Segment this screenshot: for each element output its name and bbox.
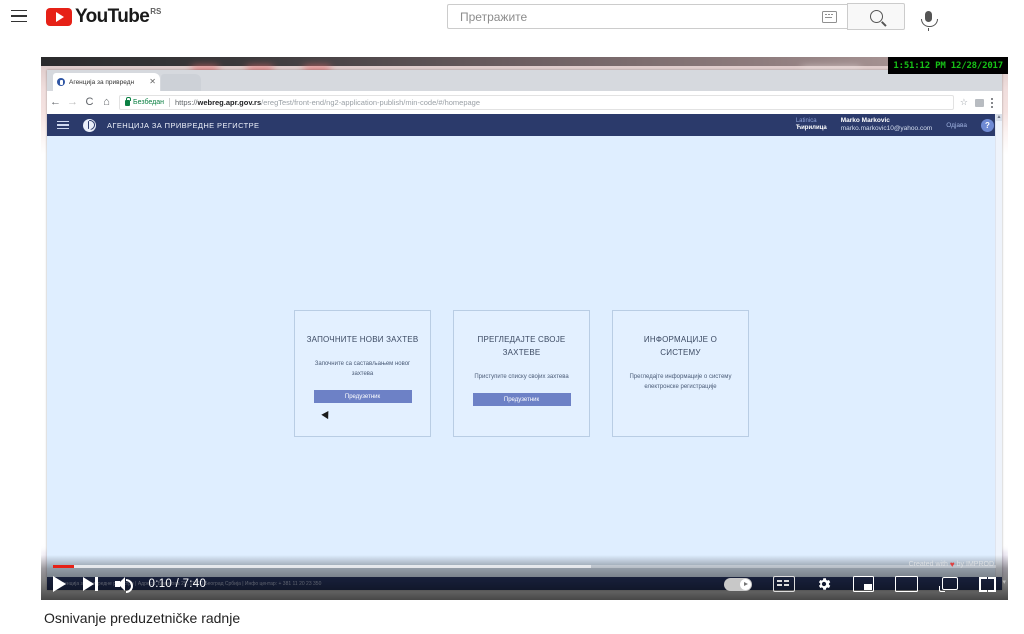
heart-icon: ♥ <box>949 560 955 569</box>
home-button[interactable]: ⌂ <box>98 97 115 108</box>
address-bar[interactable]: Безбедан https://webreg.apr.gov.rs/eregT… <box>119 95 954 110</box>
browser-toolbar-actions: ☆ <box>960 98 1002 107</box>
time-display: 0:10 / 7:40 <box>148 578 207 590</box>
app-header-actions: Latinica Ћирилица Marko Markovic marko.m… <box>796 114 994 136</box>
user-info: Marko Markovic marko.markovic10@yahoo.co… <box>841 117 933 133</box>
card-view-requests[interactable]: ПРЕГЛЕДАЈТЕ СВОЈЕ ЗАХТЕВЕ Приступите спи… <box>453 310 590 437</box>
volume-button[interactable] <box>114 577 133 593</box>
entrepreneur-button[interactable]: Предузетник <box>313 390 412 403</box>
help-icon[interactable]: ? <box>981 118 994 132</box>
extension-icon[interactable] <box>975 98 984 107</box>
fullscreen-icon[interactable] <box>979 576 996 592</box>
card-grid: ЗАПОЧНИТЕ НОВИ ЗАХТЕВ Започните са саста… <box>47 310 996 437</box>
progress-played <box>53 565 74 568</box>
next-video-button[interactable] <box>83 577 98 591</box>
user-name: Marko Markovic <box>840 117 890 125</box>
language-switcher[interactable]: Latinica Ћирилица <box>796 118 827 132</box>
voice-search-button[interactable] <box>921 11 938 31</box>
search-icon <box>869 10 883 23</box>
browser-tab-strip: Агенција за привредн ✕ <box>47 70 1002 91</box>
search-input[interactable] <box>458 8 822 25</box>
app-hamburger-menu-icon[interactable] <box>57 120 69 130</box>
url-path: /eregTest/front-end/ng2-application-publ… <box>261 98 481 107</box>
subtitles-icon[interactable] <box>773 576 795 592</box>
video-title: Osnivanje preduzetničke radnje <box>44 610 241 626</box>
card-title: ПРЕГЛЕДАЈТЕ СВОЈЕ ЗАХТЕВЕ <box>477 335 566 357</box>
recording-timestamp-text: 1:51:12 PM 12/28/2017 <box>893 60 1003 71</box>
browser-tab[interactable]: Агенција за привредн ✕ <box>53 73 160 91</box>
player-controls-left: 0:10 / 7:40 <box>53 570 206 598</box>
youtube-logo[interactable]: YouTube RS <box>46 6 161 26</box>
card-description: Започните са састављањем новог захтева <box>314 361 411 377</box>
search-box[interactable] <box>447 4 847 29</box>
autoplay-toggle[interactable] <box>724 577 752 591</box>
entrepreneur-button[interactable]: Предузетник <box>472 393 571 406</box>
forward-button[interactable]: → <box>64 97 81 108</box>
cast-icon[interactable] <box>939 576 958 592</box>
apr-web-application: АГЕНЦИЈА ЗА ПРИВРЕДНЕ РЕГИСТРЕ Latinica … <box>47 114 1002 590</box>
card-title: ЗАПОЧНИТЕ НОВИ ЗАХТЕВ <box>306 335 419 344</box>
player-control-bar: 0:10 / 7:40 Created with ♥ by IMPROD ▾ <box>41 555 1008 600</box>
url-domain: webreg.apr.gov.rs <box>197 98 262 107</box>
browser-tab-inactive[interactable] <box>161 74 201 91</box>
apr-logo-icon <box>83 118 96 132</box>
keyboard-icon[interactable] <box>822 10 837 23</box>
favicon-icon <box>57 78 65 86</box>
browser-window: Агенција за привредн ✕ ← → C ⌂ Безбедан … <box>47 70 1002 590</box>
card-system-info[interactable]: ИНФОРМАЦИЈЕ О СИСТЕМУ Прегледајте информ… <box>612 310 749 437</box>
youtube-play-icon <box>46 8 72 26</box>
lock-icon <box>125 96 131 106</box>
video-watermark: Created with ♥ by IMPROD <box>909 560 994 569</box>
user-email: marko.markovic10@yahoo.com <box>840 125 933 132</box>
app-scrollbar[interactable]: ▲ <box>995 114 1002 590</box>
watermark-suffix: by IMPROD <box>956 561 994 568</box>
hamburger-menu-icon[interactable] <box>6 0 32 32</box>
youtube-search-area <box>447 3 938 31</box>
scroll-up-arrow[interactable]: ▲ <box>996 114 1002 121</box>
divider <box>168 98 170 107</box>
search-button[interactable] <box>847 3 905 30</box>
star-icon[interactable]: ☆ <box>960 98 968 107</box>
play-button[interactable] <box>53 576 66 592</box>
reload-button[interactable]: C <box>81 97 98 108</box>
language-cyrillic[interactable]: Ћирилица <box>796 125 827 132</box>
watermark-prefix: Created with <box>908 561 948 568</box>
recording-timestamp: 1:51:12 PM 12/28/2017 <box>888 57 1008 74</box>
browser-tab-title: Агенција за привредн <box>69 78 135 86</box>
app-header: АГЕНЦИЈА ЗА ПРИВРЕДНЕ РЕГИСТРЕ Latinica … <box>47 114 1002 136</box>
card-description: Приступите списку својих захтева <box>474 374 569 380</box>
microphone-icon <box>921 11 938 31</box>
card-description: Прегледајте информације о систему електр… <box>629 374 732 390</box>
back-button[interactable]: ← <box>47 97 64 108</box>
three-dot-menu-icon[interactable] <box>991 101 993 104</box>
card-title: ИНФОРМАЦИЈЕ О СИСТЕМУ <box>643 335 718 357</box>
youtube-country-code: RS <box>150 7 162 16</box>
url-text: https://webreg.apr.gov.rs/eregTest/front… <box>175 98 480 107</box>
browser-toolbar: ← → C ⌂ Безбедан https://webreg.apr.gov.… <box>47 91 1002 115</box>
video-player[interactable]: Агенција за привредн ✕ ← → C ⌂ Безбедан … <box>41 57 1008 600</box>
language-latin[interactable]: Latinica <box>796 118 827 125</box>
youtube-masthead: YouTube RS <box>0 0 1024 32</box>
player-edge-marker: ▾ <box>1002 579 1006 586</box>
progress-bar[interactable] <box>53 565 996 568</box>
security-label: Безбедан <box>133 99 164 106</box>
progress-buffered <box>53 565 591 568</box>
miniplayer-icon[interactable] <box>853 576 874 592</box>
url-scheme: https:// <box>174 98 198 107</box>
youtube-wordmark: YouTube <box>75 6 150 27</box>
card-new-request[interactable]: ЗАПОЧНИТЕ НОВИ ЗАХТЕВ Започните са саста… <box>294 310 431 437</box>
player-controls-right <box>724 570 996 598</box>
app-title: АГЕНЦИЈА ЗА ПРИВРЕДНЕ РЕГИСТРЕ <box>107 120 260 130</box>
close-tab-icon[interactable]: ✕ <box>149 78 156 86</box>
theater-mode-icon[interactable] <box>895 576 918 592</box>
logout-link[interactable]: Одјава <box>946 122 967 129</box>
settings-gear-icon[interactable] <box>816 576 832 592</box>
